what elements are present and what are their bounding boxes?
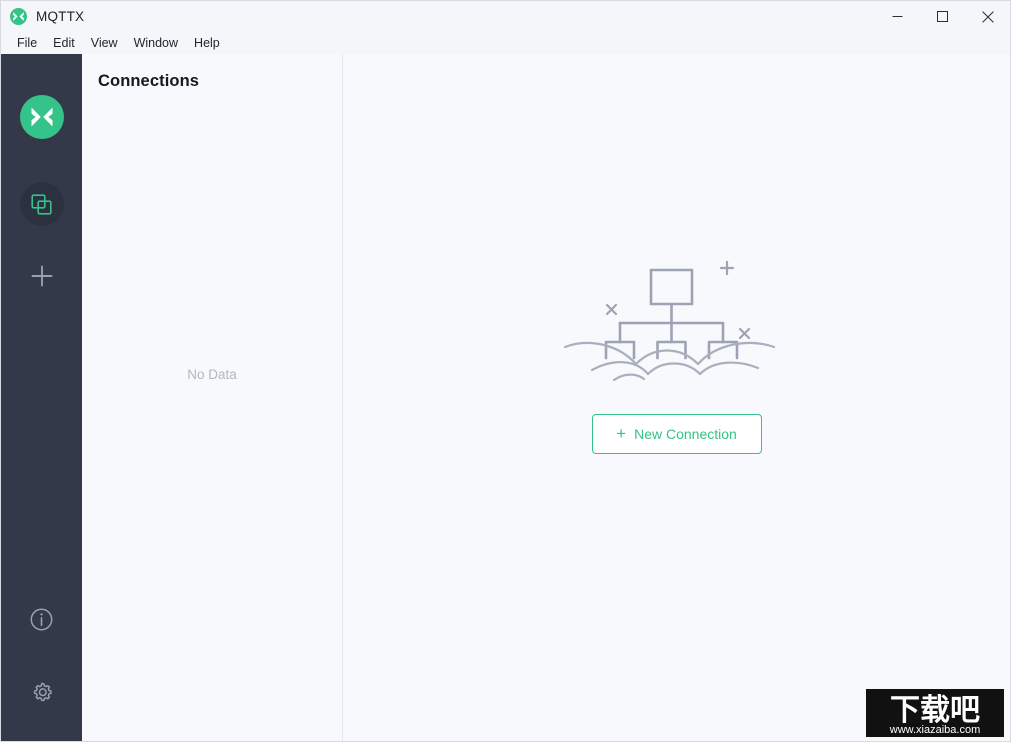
sidebar-item-connections[interactable] <box>19 182 64 226</box>
gear-icon <box>33 682 52 702</box>
sidebar-item-about[interactable] <box>20 597 64 641</box>
empty-connections-illustration <box>563 260 775 382</box>
maximize-button[interactable] <box>920 1 965 32</box>
new-connection-button[interactable]: + New Connection <box>591 414 762 454</box>
bowtie-glyph <box>13 12 24 21</box>
window-title: MQTTX <box>36 9 85 24</box>
empty-list-message: No Data <box>187 367 237 382</box>
menu-item-file[interactable]: File <box>9 34 45 52</box>
rail-bottom-group <box>20 597 64 741</box>
plus-icon: + <box>616 423 627 443</box>
title-bar-left: MQTTX <box>1 8 84 25</box>
menu-bar: File Edit View Window Help <box>1 32 1010 55</box>
mqttx-logo-icon <box>10 8 27 25</box>
mqttx-window: MQTTX File Edit View Window Help Connect… <box>0 0 1011 742</box>
menu-item-edit[interactable]: Edit <box>45 34 83 52</box>
main-content: + New Connection <box>343 54 1010 741</box>
menu-item-help[interactable]: Help <box>186 34 228 52</box>
info-circle-icon <box>30 608 53 630</box>
mqttx-logo-icon <box>31 107 52 127</box>
plus-icon <box>31 265 52 287</box>
rail-logo <box>19 95 64 139</box>
page-title: Connections <box>98 72 200 90</box>
overlapping-squares-icon <box>31 193 52 215</box>
empty-state: + New Connection <box>343 254 1010 454</box>
window-controls <box>875 1 1010 32</box>
connections-list-pane: Connections No Data <box>82 54 343 741</box>
left-rail <box>1 54 82 741</box>
menu-item-window[interactable]: Window <box>126 34 186 52</box>
minimize-icon <box>892 16 903 17</box>
sidebar-item-settings[interactable] <box>20 671 64 715</box>
maximize-icon <box>937 11 948 22</box>
close-button[interactable] <box>965 1 1010 32</box>
title-bar: MQTTX <box>1 1 1010 33</box>
minimize-button[interactable] <box>875 1 920 32</box>
new-connection-label: New Connection <box>634 426 737 442</box>
close-icon <box>981 10 994 23</box>
menu-item-view[interactable]: View <box>83 34 126 52</box>
sidebar-item-new-connection[interactable] <box>20 254 64 298</box>
